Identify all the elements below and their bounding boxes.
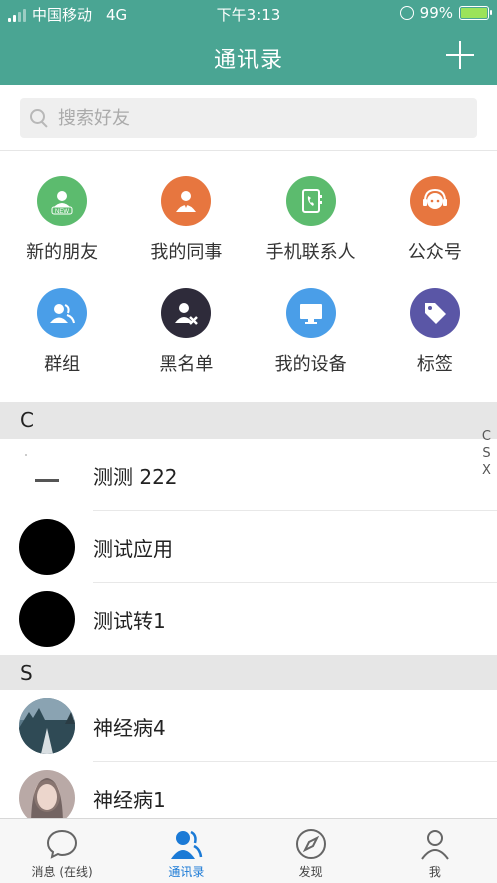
shortcut-groups[interactable]: 群组 bbox=[0, 288, 124, 400]
shortcut-label: 新的朋友 bbox=[26, 242, 99, 263]
shortcut-colleagues[interactable]: 我的同事 bbox=[124, 176, 248, 288]
index-letter[interactable]: X bbox=[482, 462, 491, 479]
avatar bbox=[19, 519, 75, 575]
search-input[interactable] bbox=[58, 107, 458, 129]
shortcut-grid: NEW 新的朋友 我的同事 手机联系人 公众号 群组 黑名单 我的设备 标签 bbox=[0, 152, 497, 402]
battery-icon bbox=[459, 6, 492, 20]
shortcut-label: 公众号 bbox=[407, 242, 462, 263]
tab-label: 我 bbox=[428, 865, 441, 879]
avatar bbox=[19, 591, 75, 647]
contact-name: 测试应用 bbox=[93, 537, 173, 561]
shortcut-blacklist[interactable]: 黑名单 bbox=[124, 288, 248, 400]
shortcut-tags[interactable]: 标签 bbox=[373, 288, 497, 400]
orientation-lock-icon bbox=[399, 6, 414, 20]
contact-name: 测试转1 bbox=[93, 609, 166, 633]
status-bar: 中国移动 4G 下午3:13 99% bbox=[0, 0, 497, 28]
tab-discover[interactable]: 发现 bbox=[249, 819, 373, 883]
colleague-icon bbox=[161, 176, 212, 226]
index-letter[interactable]: C bbox=[482, 428, 491, 445]
shortcut-official-accounts[interactable]: 公众号 bbox=[373, 176, 497, 288]
shortcut-label: 手机联系人 bbox=[265, 242, 356, 263]
tab-label: 发现 bbox=[298, 865, 323, 879]
device-icon bbox=[285, 288, 336, 338]
search-box[interactable] bbox=[20, 98, 477, 138]
status-right: 99% bbox=[399, 4, 492, 22]
avatar bbox=[19, 698, 75, 754]
contact-name: 神经病1 bbox=[93, 788, 166, 812]
page-title: 通讯录 bbox=[213, 48, 283, 73]
avatar bbox=[19, 447, 75, 503]
search-icon bbox=[30, 109, 48, 127]
phone-contacts-icon bbox=[285, 176, 336, 226]
contact-row[interactable]: 测测 222 bbox=[0, 439, 497, 511]
shortcut-label: 标签 bbox=[416, 354, 453, 375]
shortcut-label: 黑名单 bbox=[159, 354, 214, 375]
section-header-s: S bbox=[0, 655, 497, 692]
tag-icon bbox=[409, 288, 460, 338]
tab-label: 消息 (在线) bbox=[31, 865, 93, 879]
contact-name: 测测 222 bbox=[93, 465, 178, 489]
battery-label: 99% bbox=[419, 4, 453, 22]
shortcut-label: 群组 bbox=[44, 354, 81, 375]
section-header-c: C bbox=[0, 402, 497, 439]
nav-bar: 通讯录 bbox=[0, 28, 497, 85]
alphabet-index[interactable]: C S X bbox=[482, 428, 491, 479]
search-bar bbox=[0, 85, 497, 151]
shortcut-phone-contacts[interactable]: 手机联系人 bbox=[249, 176, 373, 288]
tab-bar: 消息 (在线) 通讯录 发现 我 bbox=[0, 818, 497, 883]
contact-row[interactable]: 测试转1 bbox=[0, 583, 497, 655]
blacklist-icon bbox=[161, 288, 212, 338]
chat-bubble-icon bbox=[47, 829, 78, 859]
contact-row[interactable]: 神经病4 bbox=[0, 690, 497, 762]
shortcut-label: 我的设备 bbox=[274, 354, 347, 375]
new-friend-icon: NEW bbox=[37, 176, 88, 226]
shortcut-new-friends[interactable]: NEW 新的朋友 bbox=[0, 176, 124, 288]
tab-contacts[interactable]: 通讯录 bbox=[124, 819, 248, 883]
tab-label: 通讯录 bbox=[168, 865, 205, 879]
svg-text:NEW: NEW bbox=[55, 209, 69, 215]
index-letter[interactable]: S bbox=[482, 445, 490, 462]
contacts-icon bbox=[171, 830, 203, 859]
group-icon bbox=[37, 288, 88, 338]
contact-name: 神经病4 bbox=[93, 716, 166, 740]
contact-row[interactable]: 测试应用 bbox=[0, 511, 497, 583]
official-account-icon bbox=[409, 176, 460, 226]
tab-me[interactable]: 我 bbox=[373, 819, 497, 883]
shortcut-my-devices[interactable]: 我的设备 bbox=[249, 288, 373, 400]
compass-icon bbox=[295, 829, 326, 859]
shortcut-label: 我的同事 bbox=[150, 242, 223, 263]
profile-icon bbox=[421, 830, 449, 860]
tab-messages[interactable]: 消息 (在线) bbox=[0, 819, 124, 883]
add-button[interactable] bbox=[445, 40, 475, 70]
